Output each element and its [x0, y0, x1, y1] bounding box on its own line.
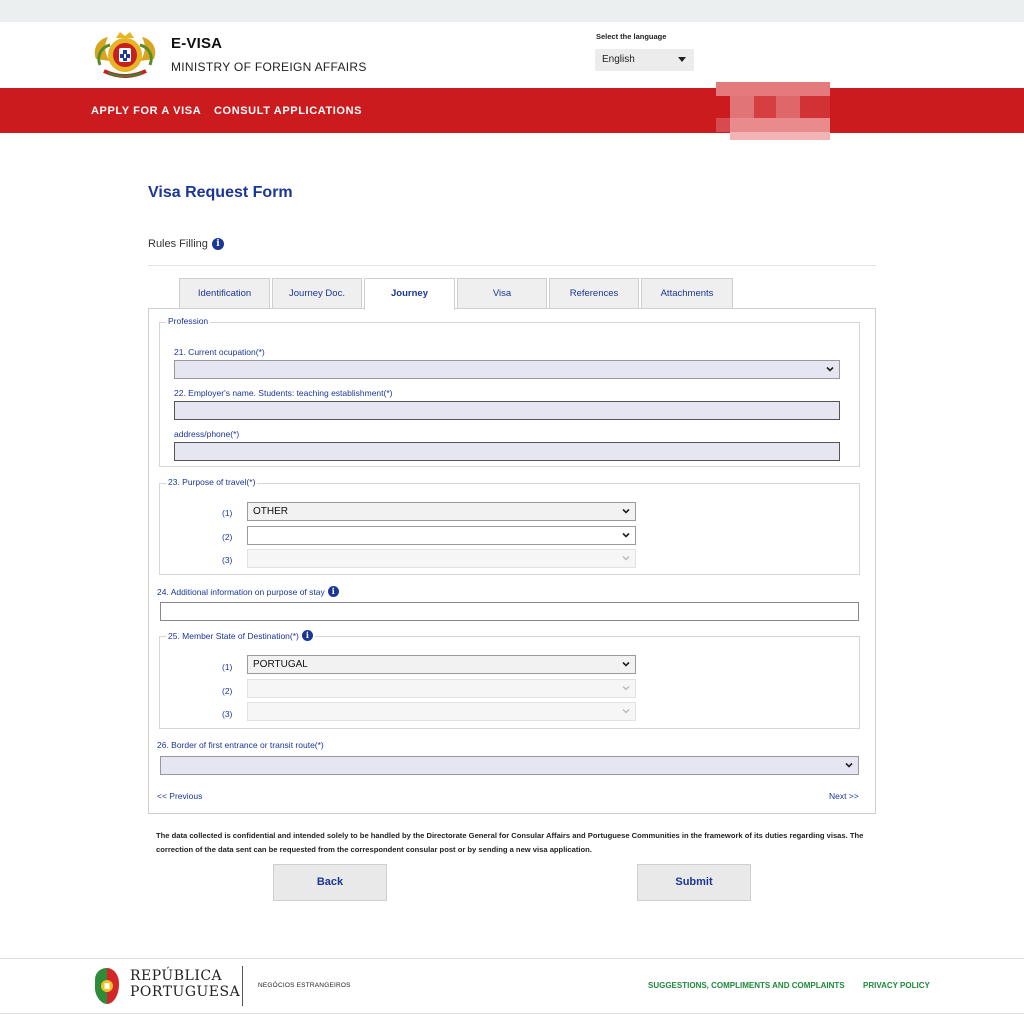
tab-journey-doc[interactable]: Journey Doc.: [272, 278, 362, 309]
info-icon[interactable]: i: [301, 630, 313, 641]
caret-down-icon: [678, 57, 686, 62]
destination-index-1: (1): [222, 662, 233, 672]
purpose-index-3: (3): [222, 555, 233, 565]
destination-value-1: PORTUGAL: [253, 659, 308, 670]
profession-fieldset: Profession 21. Current ocupation(*) 22. …: [159, 316, 860, 467]
browser-top-strip: [0, 0, 1024, 22]
chevron-down-icon: [622, 686, 630, 691]
info-icon[interactable]: i: [211, 238, 224, 250]
previous-link[interactable]: << Previous: [157, 791, 202, 801]
purpose-value-1: OTHER: [253, 506, 288, 517]
chevron-down-icon: [622, 532, 630, 538]
main-nav-bar: APPLY FOR A VISA CONSULT APPLICATIONS: [0, 88, 1024, 133]
page-bottom-line: [0, 1013, 1024, 1014]
rules-filling[interactable]: Rules Filling i: [148, 238, 224, 250]
back-button[interactable]: Back: [273, 864, 387, 901]
destination-index-2: (2): [222, 686, 233, 696]
page-title: Visa Request Form: [148, 184, 293, 201]
nav-apply-for-visa[interactable]: APPLY FOR A VISA: [91, 105, 201, 117]
rules-filling-label: Rules Filling: [148, 238, 208, 250]
tab-references[interactable]: References: [549, 278, 639, 309]
next-link[interactable]: Next >>: [829, 791, 859, 801]
language-label: Select the language: [596, 32, 667, 41]
tab-visa[interactable]: Visa: [457, 278, 547, 309]
footer-logo-divider: [242, 966, 243, 1006]
purpose-index-1: (1): [222, 508, 233, 518]
additional-info-label-row: 24. Additional information on purpose of…: [157, 586, 339, 597]
chevron-down-icon: [826, 366, 834, 372]
ministry-name: NEGÓCIOS ESTRANGEIROS: [258, 982, 351, 989]
tab-identification[interactable]: Identification: [179, 278, 270, 309]
coat-of-arms-logo[interactable]: [90, 29, 160, 81]
republica-line-2: PORTUGUESA: [130, 984, 241, 1000]
destination-fieldset: 25. Member State of Destination(*) i (1)…: [159, 630, 860, 729]
employer-input[interactable]: [174, 401, 840, 420]
divider: [148, 265, 876, 266]
purpose-select-3[interactable]: [247, 549, 636, 568]
language-select-value: English: [602, 54, 635, 65]
purpose-select-1[interactable]: OTHER: [247, 502, 636, 521]
current-ocupation-label: 21. Current ocupation(*): [174, 347, 265, 357]
data-privacy-notice: The data collected is confidential and i…: [156, 831, 864, 854]
chevron-down-icon: [845, 762, 853, 768]
destination-index-3: (3): [222, 709, 233, 719]
brand-title: E-VISA: [171, 35, 223, 52]
redacted-user-area: [716, 82, 830, 140]
purpose-index-2: (2): [222, 532, 233, 542]
language-select[interactable]: English: [595, 49, 694, 71]
address-phone-input[interactable]: [174, 442, 840, 461]
border-select[interactable]: [160, 756, 859, 775]
purpose-fieldset: 23. Purpose of travel(*) (1) OTHER (2) (…: [159, 477, 860, 575]
address-phone-label: address/phone(*): [174, 429, 240, 439]
republica-portuguesa-logo[interactable]: [91, 966, 121, 1006]
destination-select-3[interactable]: [247, 702, 636, 721]
additional-info-input[interactable]: [160, 602, 859, 621]
destination-legend-row: 25. Member State of Destination(*) i: [166, 630, 315, 641]
form-panel: Profession 21. Current ocupation(*) 22. …: [148, 308, 876, 814]
purpose-select-2[interactable]: [247, 526, 636, 545]
current-ocupation-select[interactable]: [174, 360, 840, 379]
chevron-down-icon: [622, 709, 630, 714]
footer-divider: [0, 958, 1024, 959]
republica-line-1: REPÚBLICA: [130, 968, 223, 984]
chevron-down-icon: [622, 661, 630, 667]
privacy-policy-link[interactable]: PRIVACY POLICY: [863, 981, 930, 990]
destination-select-1[interactable]: PORTUGAL: [247, 655, 636, 674]
additional-info-label: 24. Additional information on purpose of…: [157, 586, 325, 597]
suggestions-link[interactable]: SUGGESTIONS, COMPLIMENTS AND COMPLAINTS: [648, 981, 845, 990]
chevron-down-icon: [622, 556, 630, 561]
border-label: 26. Border of first entrance or transit …: [157, 740, 324, 750]
tab-attachments[interactable]: Attachments: [641, 278, 733, 309]
tab-journey[interactable]: Journey: [364, 278, 455, 310]
destination-select-2[interactable]: [247, 679, 636, 698]
brand-subtitle: MINISTRY OF FOREIGN AFFAIRS: [171, 60, 367, 74]
destination-legend: 25. Member State of Destination(*): [168, 630, 299, 641]
chevron-down-icon: [622, 508, 630, 514]
info-icon[interactable]: i: [327, 586, 339, 597]
employer-label: 22. Employer's name. Students: teaching …: [174, 388, 393, 398]
submit-button[interactable]: Submit: [637, 864, 751, 901]
purpose-legend: 23. Purpose of travel(*): [166, 477, 258, 487]
profession-legend: Profession: [166, 316, 211, 326]
nav-consult-applications[interactable]: CONSULT APPLICATIONS: [214, 105, 362, 117]
